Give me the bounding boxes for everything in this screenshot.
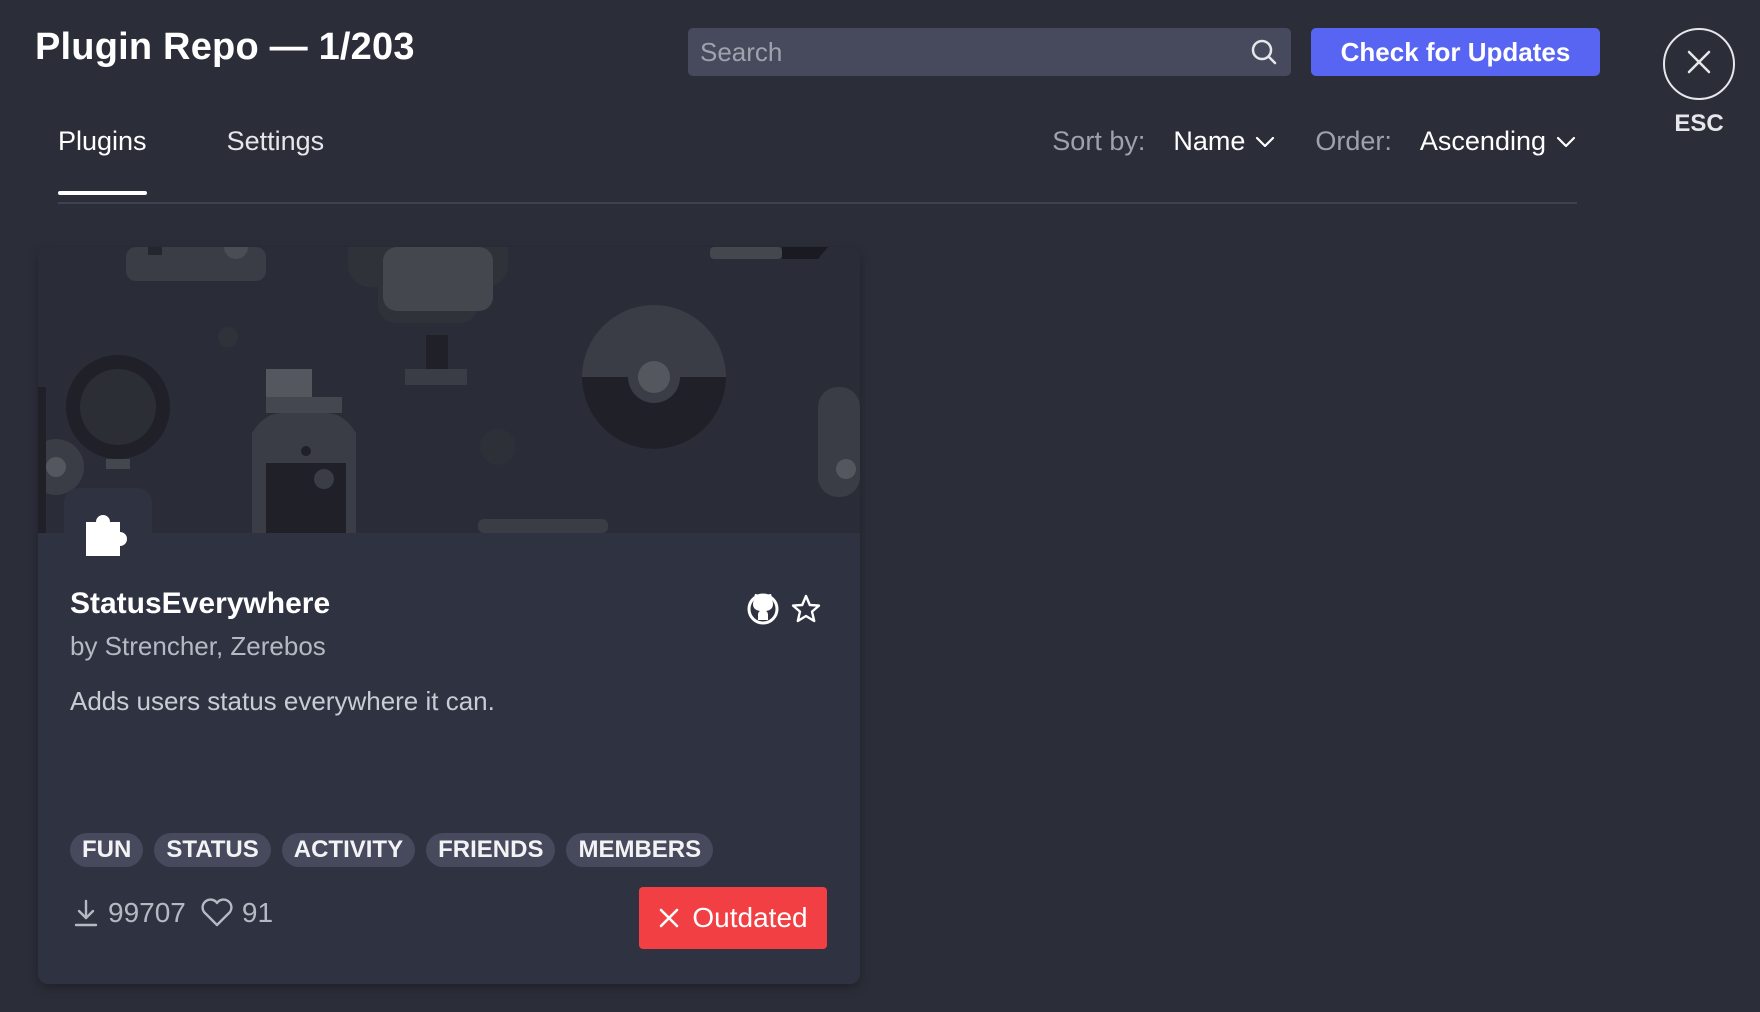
sort-controls: Sort by: Name Order: Ascending: [1052, 126, 1576, 157]
close-control: ESC: [1662, 28, 1736, 138]
download-icon: [72, 898, 100, 928]
check-for-updates-button[interactable]: Check for Updates: [1311, 28, 1600, 76]
plugin-name: StatusEverywhere: [70, 587, 331, 620]
like-count: 91: [241, 897, 274, 928]
plugin-stats: 99707 91: [72, 897, 287, 929]
outdated-label: Outdated: [692, 902, 808, 933]
search-box[interactable]: [688, 28, 1291, 76]
close-icon: [1684, 47, 1714, 82]
tag-friends[interactable]: FRIENDS: [426, 833, 556, 867]
tag-members[interactable]: MEMBERS: [566, 833, 714, 867]
chevron-down-icon: [1256, 136, 1275, 147]
plugin-author: by Strencher, Zerebos: [70, 631, 326, 661]
plugin-description: Adds users status everywhere it can.: [70, 686, 495, 716]
download-count: 99707: [108, 897, 186, 928]
esc-label: ESC: [1674, 110, 1724, 137]
plugin-card[interactable]: StatusEverywhere by Strencher, Zerebos A…: [38, 247, 860, 984]
tag-activity[interactable]: ACTIVITY: [281, 833, 416, 867]
tab-bar: Plugins Settings: [58, 126, 404, 195]
plugin-tags: FUN STATUS ACTIVITY FRIENDS MEMBERS: [70, 833, 724, 867]
search-icon[interactable]: [1247, 35, 1281, 69]
chevron-down-icon: [1556, 136, 1576, 147]
outdated-button[interactable]: Outdated: [639, 887, 827, 949]
order-value: Ascending: [1419, 126, 1546, 156]
page-title: Plugin Repo — 1/203: [35, 26, 415, 68]
plugin-icon: [64, 488, 152, 576]
order-label: Order:: [1315, 126, 1392, 156]
sort-by-label: Sort by:: [1052, 126, 1146, 156]
plugin-info: StatusEverywhere by Strencher, Zerebos A…: [70, 587, 828, 717]
puzzle-icon: [86, 515, 127, 556]
search-input[interactable]: [688, 28, 1247, 76]
plugin-banner: [38, 247, 860, 533]
tab-divider: [58, 202, 1577, 204]
x-icon: [660, 908, 679, 928]
heart-icon[interactable]: [200, 898, 234, 928]
tab-plugins[interactable]: Plugins: [58, 126, 147, 195]
tab-settings[interactable]: Settings: [227, 126, 325, 195]
tag-status[interactable]: STATUS: [154, 833, 271, 867]
order-dropdown[interactable]: Ascending: [1420, 126, 1576, 157]
tag-fun[interactable]: FUN: [70, 833, 144, 867]
sort-by-dropdown[interactable]: Name: [1173, 126, 1275, 157]
close-button[interactable]: [1663, 28, 1735, 100]
plugin-repo-page: Plugin Repo — 1/203 Check for Updates ES…: [0, 0, 1760, 1012]
sort-by-value: Name: [1173, 126, 1246, 156]
